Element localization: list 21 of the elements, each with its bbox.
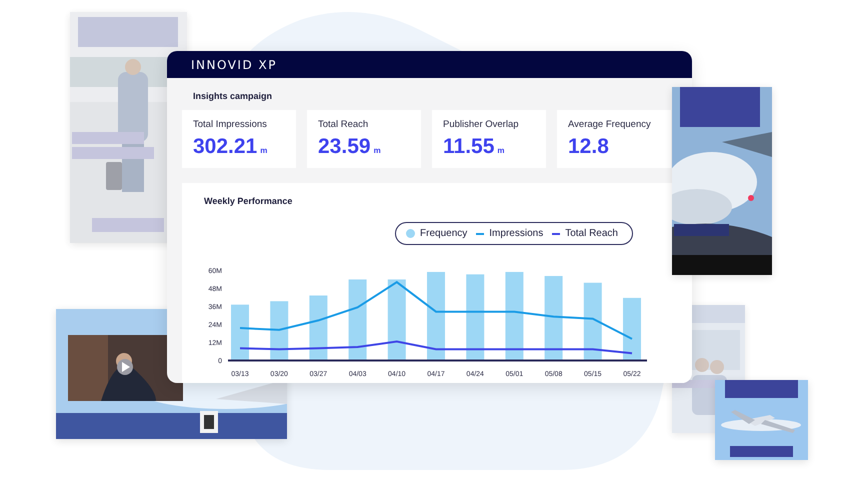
metric-label: Total Reach xyxy=(318,119,370,130)
chart-title: Weekly Performance xyxy=(204,196,294,206)
metric-label: Total Impressions xyxy=(193,119,268,130)
metric-unit: m xyxy=(374,146,381,155)
metric-value: 23.59 xyxy=(318,135,371,159)
section-title: Insights campaign xyxy=(193,91,274,101)
bar xyxy=(623,298,641,360)
bar xyxy=(270,301,288,360)
legend-label: Impressions xyxy=(489,228,544,239)
metric-label: Average Frequency xyxy=(568,119,652,130)
legend-label: Total Reach xyxy=(565,228,618,239)
metric-unit: m xyxy=(260,146,268,155)
metric-unit: m xyxy=(497,146,505,155)
metric-value: 12.8 xyxy=(568,135,609,159)
bar xyxy=(309,296,328,360)
app-logo: INNOVID XP xyxy=(191,58,277,72)
metric-value: 302.21 xyxy=(193,135,258,159)
metric-label: Publisher Overlap xyxy=(443,119,520,130)
bar xyxy=(231,304,249,360)
legend-label: Frequency xyxy=(420,228,468,239)
metric-value: 11.55 xyxy=(443,135,494,159)
